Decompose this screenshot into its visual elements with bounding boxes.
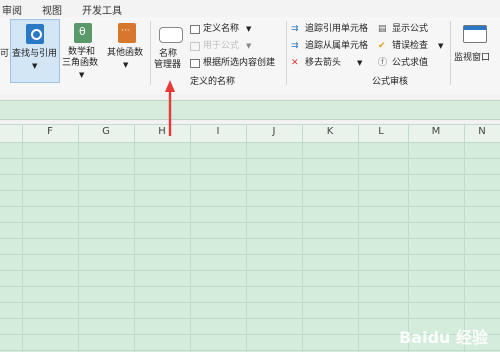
error-checking-button[interactable]: ✔ 错误检查 ▼ (378, 41, 448, 53)
name-manager-button[interactable]: 名称 管理器 (152, 19, 188, 77)
trace-precedents-button[interactable]: ⇉ 追踪引用单元格 (291, 24, 375, 36)
ribbon-tabs: 审阅 视图 开发工具 (0, 0, 500, 17)
column-divider (302, 124, 303, 352)
define-name-label: 定义名称 (203, 24, 240, 34)
trace-dependents-icon: ⇉ (291, 41, 299, 51)
name-tag-icon (159, 27, 183, 43)
math-label-1: 数学和 (68, 47, 96, 57)
evaluate-formula-button[interactable]: ⓕ 公式求值 (378, 58, 438, 70)
use-in-formula-icon (190, 42, 200, 51)
column-divider (78, 124, 79, 352)
chevron-down-icon: ▼ (246, 42, 252, 50)
lookup-label: 查找与引用 (12, 49, 58, 59)
formula-bar[interactable] (0, 100, 500, 120)
column-header-f[interactable]: F (22, 126, 78, 137)
group-separator (450, 21, 451, 85)
tab-developer[interactable]: 开发工具 (82, 2, 122, 17)
group-label-formula-auditing: 公式审核 (372, 77, 409, 87)
watch-window-icon (463, 25, 487, 43)
column-divider (464, 124, 465, 352)
remove-arrows-icon: ✕ (291, 58, 299, 68)
column-header-j[interactable]: J (246, 126, 302, 137)
other-functions-button[interactable]: ··· 其他函数 ▼ (106, 19, 148, 81)
column-header-g[interactable]: G (78, 126, 134, 137)
define-name-button[interactable]: 定义名称 ▼ (190, 24, 254, 36)
column-divider (22, 124, 23, 352)
evaluate-formula-label: 公式求值 (392, 58, 429, 68)
column-divider (190, 124, 191, 352)
group-label-defined-names: 定义的名称 (190, 77, 236, 87)
chevron-down-icon: ▼ (357, 59, 363, 67)
column-divider (408, 124, 409, 352)
use-in-formula-button[interactable]: 用于公式 ▼ (190, 41, 254, 53)
name-manager-label-2: 管理器 (154, 60, 182, 70)
worksheet-grid[interactable] (0, 142, 500, 352)
error-checking-icon: ✔ (378, 41, 386, 51)
ribbon-formulas: 可 查找与引用 ▼ θ 数学和 三角函数 ▼ ··· 其他函数 ▼ 名称 管理器… (0, 17, 500, 95)
tab-view[interactable]: 视图 (42, 2, 62, 17)
theta-book-icon: θ (74, 23, 92, 43)
use-in-formula-label: 用于公式 (203, 41, 240, 51)
column-divider (246, 124, 247, 352)
column-header-n[interactable]: N (464, 126, 500, 137)
column-divider (358, 124, 359, 352)
math-trig-button[interactable]: θ 数学和 三角函数 ▼ (62, 19, 104, 81)
define-name-icon (190, 25, 200, 34)
cut-off-label: 可 (0, 49, 10, 59)
chevron-down-icon: ▼ (123, 61, 129, 69)
column-header-l[interactable]: L (353, 126, 409, 137)
group-separator (150, 21, 151, 85)
show-formulas-icon: ▤ (378, 24, 387, 34)
trace-dependents-button[interactable]: ⇉ 追踪从属单元格 (291, 41, 375, 53)
watch-window-button[interactable]: 监视窗口 (452, 19, 498, 77)
error-checking-label: 错误检查 (392, 41, 429, 51)
trace-precedents-icon: ⇉ (291, 24, 299, 34)
tab-review[interactable]: 审阅 (2, 2, 22, 17)
evaluate-formula-icon: ⓕ (378, 58, 388, 68)
chevron-down-icon: ▼ (79, 71, 85, 79)
create-from-selection-label: 根据所选内容创建 (203, 58, 276, 68)
show-formulas-button[interactable]: ▤ 显示公式 (378, 24, 438, 36)
remove-arrows-label: 移去箭头 (305, 58, 342, 68)
trace-precedents-label: 追踪引用单元格 (305, 24, 369, 34)
create-from-selection-icon (190, 59, 200, 68)
math-label-2: 三角函数 (62, 58, 99, 68)
watch-window-label: 监视窗口 (454, 53, 491, 63)
watermark: Baidu 经验 (399, 328, 488, 347)
book-search-icon (26, 24, 44, 44)
remove-arrows-button[interactable]: ✕ 移去箭头 ▼ (291, 58, 365, 70)
chevron-down-icon: ▼ (438, 42, 444, 50)
column-divider (134, 124, 135, 352)
column-header-k[interactable]: K (302, 126, 358, 137)
chevron-down-icon: ▼ (246, 25, 252, 33)
column-header-m[interactable]: M (408, 126, 464, 137)
other-label: 其他函数 (107, 48, 144, 58)
chevron-down-icon: ▼ (32, 62, 38, 70)
create-from-selection-button[interactable]: 根据所选内容创建 (190, 58, 280, 70)
red-arrow-annotation (165, 80, 175, 136)
lookup-reference-button[interactable]: 查找与引用 ▼ (10, 19, 60, 83)
group-separator (286, 21, 287, 85)
more-functions-book-icon: ··· (118, 23, 136, 43)
column-header-h[interactable]: H (134, 126, 190, 137)
show-formulas-label: 显示公式 (392, 24, 429, 34)
column-header-i[interactable]: I (190, 126, 246, 137)
trace-dependents-label: 追踪从属单元格 (305, 41, 369, 51)
name-manager-label-1: 名称 (159, 49, 178, 59)
